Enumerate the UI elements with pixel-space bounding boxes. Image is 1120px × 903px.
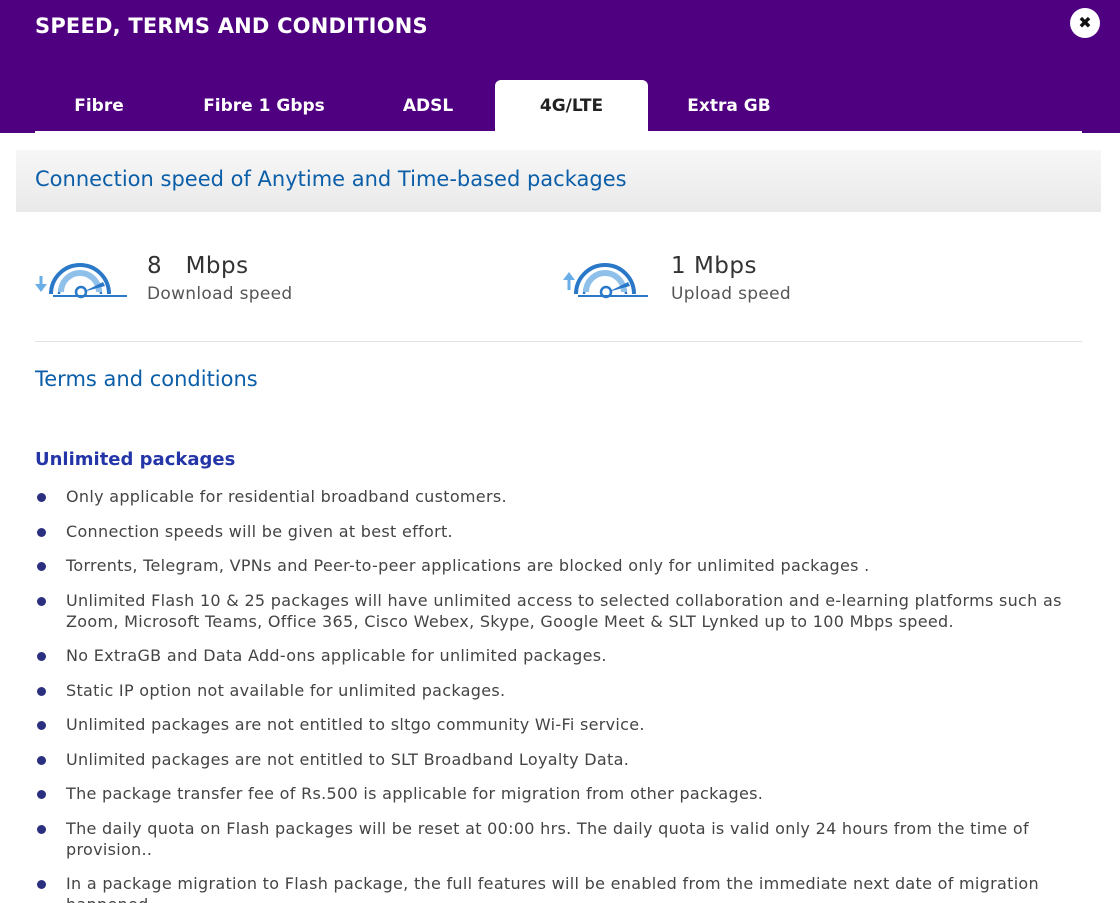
bullet-icon <box>37 755 46 765</box>
download-speed-value: 8 Mbps <box>147 253 249 279</box>
upload-speed-label: Upload speed <box>671 284 791 304</box>
speed-section-title: Connection speed of Anytime and Time-bas… <box>35 167 627 191</box>
tab-fibre[interactable]: Fibre <box>35 80 163 132</box>
bullet-icon <box>37 527 46 537</box>
list-item-text: The package transfer fee of Rs.500 is ap… <box>66 784 764 803</box>
bullet-icon <box>37 562 46 571</box>
list-item: Connection speeds will be given at best … <box>35 521 1085 542</box>
list-item-text: Only applicable for residential broadban… <box>66 487 507 506</box>
download-speed-gauge-icon <box>35 263 127 299</box>
list-item: Unlimited Flash 10 & 25 packages will ha… <box>35 590 1085 632</box>
list-item-text: Connection speeds will be given at best … <box>66 521 453 541</box>
list-item-text: In a package migration to Flash package,… <box>66 874 1039 903</box>
close-button[interactable]: ✖ <box>1070 8 1100 38</box>
section-divider <box>35 341 1082 342</box>
speed-banner: Connection speed of Anytime and Time-bas… <box>16 150 1101 212</box>
list-item: The package transfer fee of Rs.500 is ap… <box>35 783 1085 804</box>
list-item-text: No ExtraGB and Data Add-ons applicable f… <box>66 646 607 665</box>
bullet-icon <box>37 493 46 502</box>
tab-underline <box>35 131 1082 133</box>
list-item-text: Static IP option not available for unlim… <box>66 680 506 700</box>
terms-title: Terms and conditions <box>35 367 258 391</box>
list-item: Unlimited packages are not entitled to s… <box>35 714 1085 735</box>
bullet-icon <box>37 790 46 799</box>
list-item: The daily quota on Flash packages will b… <box>35 818 1085 860</box>
unlimited-terms-list: Only applicable for residential broadban… <box>35 486 1085 903</box>
upload-speed-value: 1 Mbps <box>671 253 757 279</box>
bullet-icon <box>37 686 46 696</box>
terms-modal: SPEED, TERMS AND CONDITIONS ✖ Fibre Fibr… <box>0 0 1120 903</box>
modal-title: SPEED, TERMS AND CONDITIONS <box>35 14 428 38</box>
modal-header: SPEED, TERMS AND CONDITIONS ✖ Fibre Fibr… <box>0 0 1120 133</box>
bullet-icon <box>37 652 46 661</box>
list-item: Torrents, Telegram, VPNs and Peer-to-pee… <box>35 555 1085 576</box>
list-item-text: Unlimited packages are not entitled to s… <box>66 715 645 734</box>
unlimited-packages-heading: Unlimited packages <box>35 449 236 470</box>
bullet-icon <box>37 721 46 730</box>
tab-fibre-1-gbps[interactable]: Fibre 1 Gbps <box>178 80 350 132</box>
bullet-icon <box>37 824 46 834</box>
tab-4g-lte[interactable]: 4G/LTE <box>495 80 648 132</box>
list-item-text: Unlimited Flash 10 & 25 packages will ha… <box>66 590 1062 631</box>
bullet-icon <box>37 880 46 889</box>
list-item: Only applicable for residential broadban… <box>35 486 1085 507</box>
upload-speed-gauge-icon <box>563 263 648 299</box>
download-speed-label: Download speed <box>147 284 293 304</box>
bullet-icon <box>37 596 46 606</box>
close-icon: ✖ <box>1078 13 1092 32</box>
list-item-text: Unlimited packages are not entitled to S… <box>66 749 630 769</box>
list-item-text: Torrents, Telegram, VPNs and Peer-to-pee… <box>66 556 870 575</box>
list-item-text: The daily quota on Flash packages will b… <box>66 818 1029 859</box>
list-item: In a package migration to Flash package,… <box>35 873 1085 903</box>
tab-extra-gb[interactable]: Extra GB <box>662 80 796 132</box>
tab-adsl[interactable]: ADSL <box>365 80 491 132</box>
list-item: Static IP option not available for unlim… <box>35 680 1085 701</box>
list-item: Unlimited packages are not entitled to S… <box>35 749 1085 770</box>
list-item: No ExtraGB and Data Add-ons applicable f… <box>35 645 1085 666</box>
